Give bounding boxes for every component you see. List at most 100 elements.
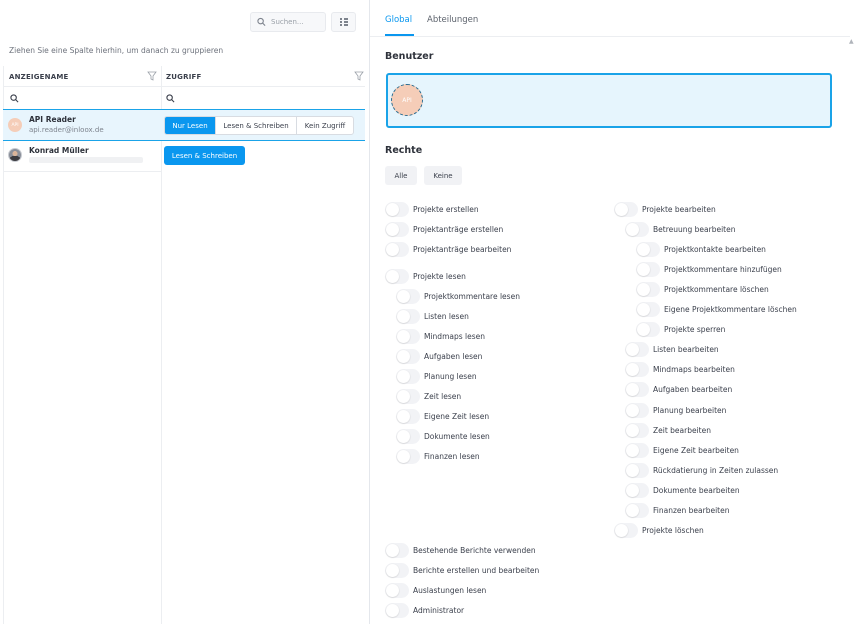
permission-toggle[interactable] — [396, 369, 420, 384]
permission-toggle[interactable] — [396, 289, 420, 304]
permission-label: Eigene Projektkommentare löschen — [664, 305, 797, 315]
group-by-hint: Ziehen Sie eine Spalte hierhin, um danac… — [9, 46, 224, 55]
permission-toggle[interactable] — [636, 242, 660, 258]
grid-icon — [339, 18, 348, 26]
permission-toggle[interactable] — [625, 482, 649, 498]
column-chooser-button[interactable] — [331, 12, 356, 32]
search-icon[interactable] — [10, 94, 19, 103]
permission-label: Planung bearbeiten — [653, 405, 727, 415]
access-option-no-access[interactable]: Kein Zugriff — [297, 117, 353, 134]
permission-label: Mindmaps bearbeiten — [653, 365, 735, 375]
permission-toggle[interactable] — [625, 342, 649, 358]
tab-abteilungen[interactable]: Abteilungen — [427, 15, 478, 25]
permission-label: Finanzen lesen — [424, 452, 480, 461]
permission-label: Projekte löschen — [642, 525, 704, 535]
avatar: API — [8, 118, 22, 132]
permission-label: Projekte lesen — [413, 272, 466, 281]
avatar — [8, 148, 22, 162]
permission-toggle[interactable] — [625, 462, 649, 478]
permission-toggle[interactable] — [625, 382, 649, 398]
permission-label: Projektkommentare löschen — [664, 285, 769, 295]
permission-label: Projekte sperren — [664, 325, 726, 335]
permission-toggle[interactable] — [396, 329, 420, 344]
permission-toggle[interactable] — [396, 409, 420, 424]
permission-toggle[interactable] — [396, 429, 420, 444]
permission-toggle[interactable] — [614, 202, 638, 217]
permission-toggle[interactable] — [636, 302, 660, 318]
tab-divider — [370, 36, 850, 37]
permission-label: Dokumente bearbeiten — [653, 485, 740, 495]
permission-label: Projektkommentare lesen — [424, 292, 520, 301]
search-box[interactable] — [250, 12, 326, 32]
user-drop-box[interactable] — [386, 73, 832, 128]
access-option-read-only[interactable]: Nur Lesen — [165, 117, 216, 134]
access-option-read-write[interactable]: Lesen & Schreiben — [216, 117, 297, 134]
permission-label: Zeit bearbeiten — [653, 425, 711, 435]
permission-toggle[interactable] — [625, 222, 649, 238]
permission-label: Auslastungen lesen — [413, 586, 487, 595]
permission-toggle[interactable] — [636, 282, 660, 298]
permission-toggle[interactable] — [625, 442, 649, 458]
access-read-write-button[interactable]: Lesen & Schreiben — [164, 146, 245, 165]
permission-toggle[interactable] — [385, 603, 409, 618]
permission-label: Eigene Zeit lesen — [424, 412, 490, 421]
filter-icon[interactable] — [354, 71, 364, 81]
permission-label: Projektkommentare hinzufügen — [664, 265, 782, 275]
permission-toggle[interactable] — [396, 449, 420, 464]
user-name: Konrad Müller — [29, 146, 89, 155]
column-header-access[interactable]: ZUGRIFF — [166, 73, 201, 81]
select-none-button[interactable]: Keine — [424, 166, 462, 185]
tab-global[interactable]: Global — [385, 15, 412, 25]
column-divider — [161, 66, 162, 624]
select-all-button[interactable]: Alle — [385, 166, 417, 185]
scroll-up-arrow[interactable]: ▲ — [849, 38, 854, 45]
user-list-panel — [0, 0, 370, 624]
permission-toggle[interactable] — [385, 583, 409, 598]
permission-toggle[interactable] — [385, 242, 409, 257]
permission-toggle[interactable] — [625, 422, 649, 438]
permission-label: Administrator — [413, 606, 465, 615]
permission-toggle[interactable] — [385, 269, 409, 284]
permission-label: Bestehende Berichte verwenden — [413, 546, 536, 555]
search-input[interactable] — [271, 18, 325, 26]
permission-toggle[interactable] — [385, 543, 409, 558]
permission-toggle[interactable] — [625, 362, 649, 378]
section-title-rechte: Rechte — [385, 145, 423, 156]
permission-toggle[interactable] — [625, 402, 649, 418]
permission-label: Planung lesen — [424, 372, 477, 381]
permission-toggle[interactable] — [396, 349, 420, 364]
permission-toggle[interactable] — [614, 522, 638, 538]
access-segmented-control[interactable]: Nur Lesen Lesen & Schreiben Kein Zugriff — [164, 116, 354, 135]
search-icon[interactable] — [166, 94, 175, 103]
permission-toggle[interactable] — [385, 222, 409, 237]
permission-toggle[interactable] — [636, 322, 660, 338]
permission-toggle[interactable] — [385, 202, 409, 217]
avatar: API — [391, 84, 423, 116]
permission-label: Aufgaben bearbeiten — [653, 385, 733, 395]
permission-label: Berichte erstellen und bearbeiten — [413, 566, 540, 575]
permission-toggle[interactable] — [385, 563, 409, 578]
redacted-email — [29, 157, 143, 163]
filter-icon[interactable] — [147, 71, 157, 81]
permission-label: Projektanträge erstellen — [413, 225, 504, 234]
permission-toggle[interactable] — [396, 309, 420, 324]
permission-label: Finanzen bearbeiten — [653, 505, 730, 515]
permission-label: Betreuung bearbeiten — [653, 225, 736, 235]
permission-label: Rückdatierung in Zeiten zulassen — [653, 465, 779, 475]
column-header-name[interactable]: ANZEIGENAME — [9, 73, 69, 81]
permission-label: Listen bearbeiten — [653, 345, 719, 355]
permission-label: Aufgaben lesen — [424, 352, 483, 361]
permission-label: Eigene Zeit bearbeiten — [653, 445, 739, 455]
permission-label: Dokumente lesen — [424, 432, 490, 441]
permission-label: Projektkontakte bearbeiten — [664, 245, 766, 255]
permission-label: Projekte bearbeiten — [642, 205, 716, 214]
permission-label: Zeit lesen — [424, 392, 462, 401]
permission-toggle[interactable] — [396, 389, 420, 404]
section-title-benutzer: Benutzer — [385, 51, 434, 62]
active-tab-indicator — [385, 34, 414, 36]
user-email: api.reader@inloox.de — [29, 126, 104, 134]
permission-label: Listen lesen — [424, 312, 469, 321]
permission-toggle[interactable] — [625, 502, 649, 518]
permission-toggle[interactable] — [636, 262, 660, 278]
permission-label: Projekte erstellen — [413, 205, 479, 214]
